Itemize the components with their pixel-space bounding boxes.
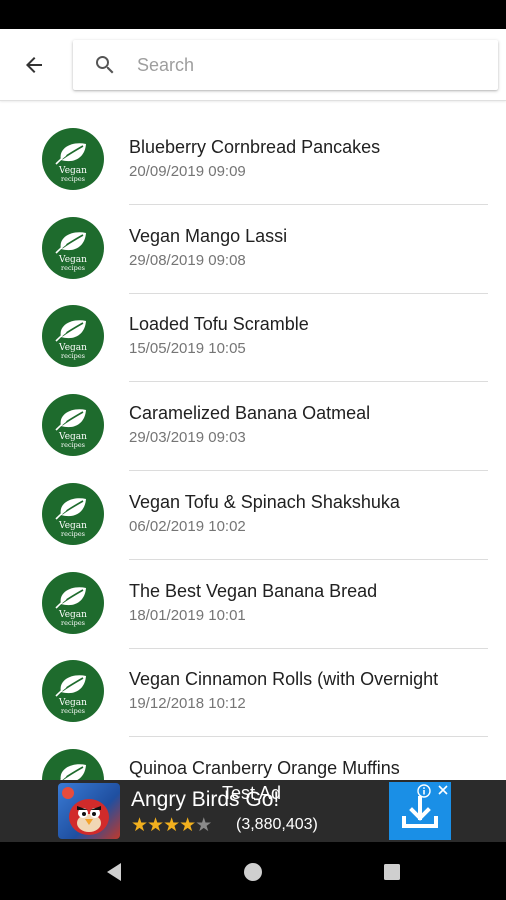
- nav-home-button[interactable]: [238, 857, 268, 887]
- download-icon: [402, 796, 438, 828]
- vegan-recipes-logo-avatar: Veganrecipes: [42, 748, 104, 780]
- logo-text-line2: recipes: [61, 530, 85, 538]
- logo-text-line2: recipes: [61, 441, 85, 449]
- leaf-icon: Veganrecipes: [55, 409, 87, 449]
- logo-text-line2: recipes: [61, 619, 85, 627]
- system-nav-bar: [0, 842, 506, 900]
- list-item-text: The Best Vegan Banana Bread 18/01/2019 10…: [129, 580, 489, 626]
- leaf-icon: Veganrecipes: [55, 586, 87, 627]
- ad-rating-count: (3,880,403): [236, 816, 318, 833]
- recipe-list: Vegan recipes Blueberry Cornbread Pancakes…: [0, 103, 506, 780]
- recipe-title: Blueberry Cornbread Pancakes: [129, 137, 381, 157]
- search-input[interactable]: [137, 49, 477, 81]
- recipe-title: Loaded Tofu Scramble: [129, 314, 309, 335]
- search-box[interactable]: [73, 40, 498, 90]
- list-item-text: Vegan Cinnamon Rolls (with Overnight 19/1…: [129, 668, 489, 714]
- star-icon: ★: [131, 815, 148, 836]
- leaf-icon: Veganrecipes: [59, 764, 86, 780]
- nav-recents-button[interactable]: [377, 857, 407, 887]
- vegan-recipes-logo-avatar: Veganrecipes: [42, 571, 104, 634]
- square-recents-icon: [384, 864, 400, 880]
- vegan-recipes-logo-avatar: Veganrecipes: [42, 660, 104, 723]
- search-icon: [96, 56, 114, 74]
- list-item[interactable]: Vegan recipes Loaded Tofu Scramble 15/05/20…: [0, 278, 506, 383]
- leaf-icon: Veganrecipes: [55, 320, 87, 360]
- leaf-icon: Veganrecipes: [55, 143, 87, 183]
- arrow-left-icon: [26, 57, 42, 73]
- logo-text-line2: recipes: [61, 175, 85, 183]
- list-item-text: Caramelized Banana Oatmeal 29/03/2019 09:…: [129, 402, 489, 448]
- vegan-recipes-logo-avatar: Veganrecipes: [42, 305, 104, 368]
- logo-text-line2: recipes: [61, 352, 85, 360]
- list-item[interactable]: Vegan recipes Blueberry Cornbread Pancakes…: [0, 103, 506, 205]
- recipe-date: 29/08/2019 09:08: [129, 251, 246, 269]
- star-icon: ★: [195, 815, 212, 836]
- recipe-title: Vegan Tofu & Spinach Shakshuka: [129, 491, 400, 512]
- list-item[interactable]: Vegan recipes The Best Vegan Banana Bread 1…: [0, 545, 506, 649]
- recipe-date: 20/09/2019 09:09: [129, 163, 246, 180]
- ad-download-button[interactable]: [389, 782, 451, 840]
- recipe-title: Quinoa Cranberry Orange Muffins: [129, 757, 400, 778]
- status-bar: [0, 0, 506, 29]
- list-item[interactable]: Vegan recipes Vegan Mango Lassi 29/08/2019 …: [0, 190, 506, 294]
- ad-banner[interactable]: Angry Birds Go! Test Ad ★★★★★ (3,880,403…: [0, 780, 506, 842]
- recipe-date: 06/02/2019 10:02: [129, 517, 246, 535]
- nav-back-button[interactable]: [99, 857, 129, 887]
- vegan-recipes-logo-avatar: Veganrecipes: [42, 128, 104, 190]
- triangle-back-icon: [107, 863, 121, 881]
- vegan-recipes-logo-avatar: Veganrecipes: [42, 394, 104, 457]
- list-item-text: Blueberry Cornbread Pancakes 20/09/2019 0…: [129, 136, 489, 182]
- list-item-text: Vegan Tofu & Spinach Shakshuka 06/02/2019…: [129, 491, 489, 537]
- recipe-date: 19/12/2018 10:12: [129, 695, 246, 713]
- vegan-recipes-logo-avatar: Veganrecipes: [42, 216, 104, 279]
- list-item-text: Loaded Tofu Scramble 15/05/2019 10:05: [129, 313, 489, 359]
- circle-home-icon: [244, 863, 262, 881]
- list-item-text: Quinoa Cranberry Orange Muffins: [129, 757, 489, 780]
- leaf-icon: Veganrecipes: [55, 498, 87, 538]
- list-item[interactable]: Veganrecipes Quinoa Cranberry Orange Muff…: [0, 722, 506, 780]
- leaf-icon: Veganrecipes: [55, 231, 87, 272]
- recipe-title: The Best Vegan Banana Bread: [129, 580, 378, 601]
- list-item[interactable]: Vegan recipes Vegan Tofu & Spinach Shakshu…: [0, 456, 506, 560]
- recipe-date: 29/03/2019 09:03: [129, 429, 246, 447]
- list-item[interactable]: Vegan recipes Caramelized Banana Oatmeal 29…: [0, 367, 506, 472]
- star-icon: ★: [147, 815, 164, 836]
- star-icon: ★: [163, 815, 180, 836]
- list-item[interactable]: Vegan recipes Vegan Cinnamon Rolls (with O…: [0, 633, 506, 738]
- recipe-date: 18/01/2019 10:01: [129, 606, 246, 624]
- recipe-date: 15/05/2019 10:05: [129, 340, 246, 358]
- star-icon: ★: [179, 815, 196, 836]
- recipe-title: Vegan Cinnamon Rolls (with Overnight: [129, 669, 439, 690]
- ad-label: Test Ad: [222, 783, 282, 803]
- back-button[interactable]: [14, 45, 54, 85]
- ad-star-rating: ★★★★★: [131, 814, 212, 837]
- logo-text-line2: recipes: [61, 264, 85, 272]
- vegan-recipes-logo-avatar: Veganrecipes: [42, 482, 104, 545]
- logo-text-line2: recipes: [61, 707, 85, 715]
- list-item-text: Vegan Mango Lassi 29/08/2019 09:08: [129, 225, 489, 271]
- ad-app-icon[interactable]: [58, 783, 120, 839]
- recipe-title: Caramelized Banana Oatmeal: [129, 403, 371, 424]
- app-bar: [0, 29, 506, 101]
- leaf-icon: Veganrecipes: [55, 675, 87, 715]
- recipe-title: Vegan Mango Lassi: [129, 225, 288, 246]
